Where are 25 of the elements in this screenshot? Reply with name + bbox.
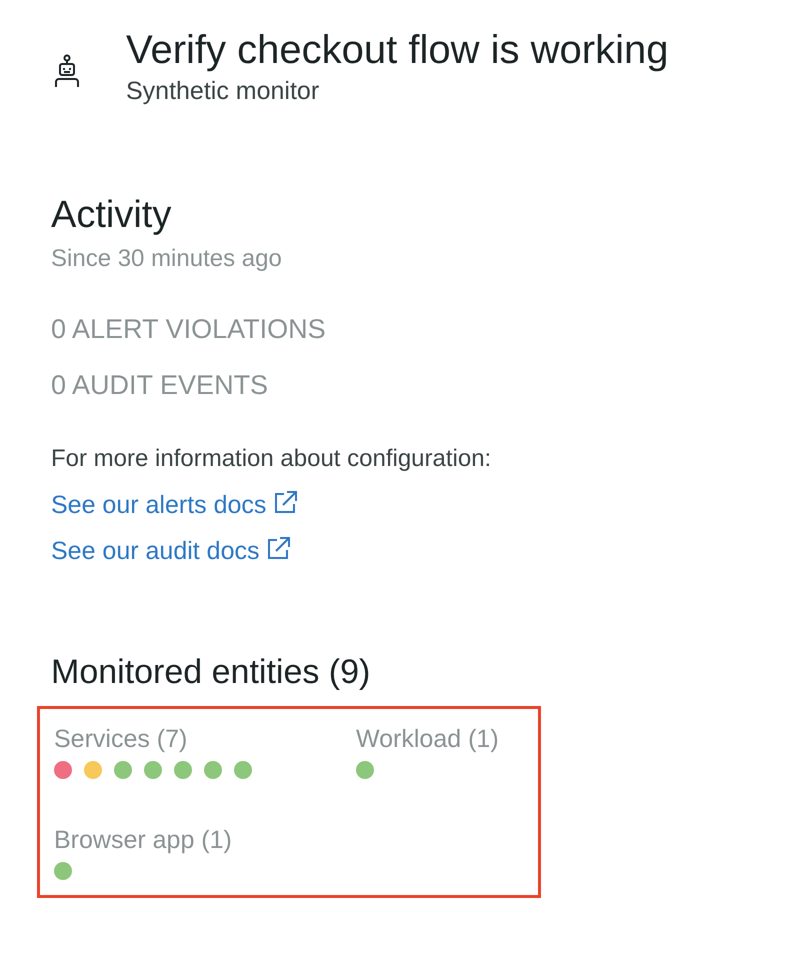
entity-group-label: Browser app (1) [54, 825, 233, 856]
time-range: Since 30 minutes ago [51, 244, 283, 274]
section-heading: Monitored entities (9) [51, 652, 372, 693]
status-dot[interactable] [234, 761, 252, 779]
status-dot[interactable] [174, 761, 192, 779]
section-heading: Activity [51, 193, 172, 238]
status-dot[interactable] [144, 761, 162, 779]
status-dot[interactable] [54, 862, 72, 880]
robot-icon [53, 54, 81, 88]
status-dot[interactable] [84, 761, 102, 779]
entity-group-label: Workload (1) [356, 724, 500, 755]
status-dot[interactable] [54, 761, 72, 779]
status-dot[interactable] [204, 761, 222, 779]
entity-group-label: Services (7) [54, 724, 188, 755]
docs-link[interactable]: See our alerts docs [51, 488, 298, 522]
event-count: 0 AUDIT EVENTS [51, 369, 270, 402]
status-dot[interactable] [356, 761, 374, 779]
info-text: For more information about configuration: [51, 444, 492, 474]
monitor-title: Verify checkout flow is working [126, 27, 668, 74]
monitor-type: Synthetic monitor [126, 76, 320, 107]
event-count: 0 ALERT VIOLATIONS [51, 313, 327, 346]
docs-link[interactable]: See our audit docs [51, 534, 292, 568]
external-link-icon [267, 536, 292, 560]
external-link-icon [274, 490, 298, 514]
status-dot[interactable] [114, 761, 132, 779]
